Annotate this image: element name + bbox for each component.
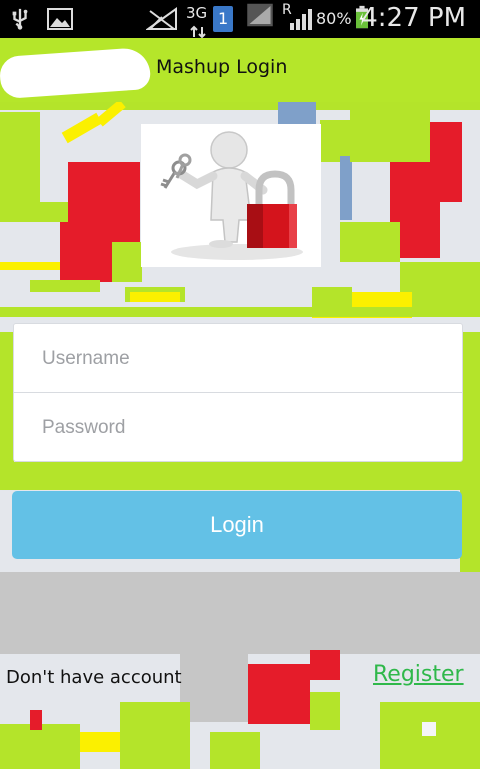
page-title: Mashup Login: [156, 56, 288, 78]
no-signal-icon: [146, 7, 177, 30]
app-header: Mashup Login: [0, 38, 480, 102]
login-button[interactable]: Login: [12, 491, 462, 559]
header-logo-blot: [0, 46, 152, 100]
usb-icon: [12, 8, 28, 30]
person-with-keys-and-padlock-icon: [160, 131, 303, 260]
signal-icon: [247, 3, 273, 27]
roaming-signal-icon: [290, 9, 312, 30]
username-field-row: [14, 324, 462, 392]
gallery-icon: [47, 8, 73, 30]
status-bar: 3G 1 R 80% 4:27 PM: [0, 0, 480, 39]
login-form: [13, 323, 463, 462]
clock: 4:27 PM: [361, 3, 466, 33]
username-input[interactable]: [40, 338, 444, 380]
sim-slot-label: 1: [218, 9, 229, 28]
no-account-text: Don't have account: [6, 667, 182, 688]
login-logo: [141, 124, 321, 267]
register-link[interactable]: Register: [373, 662, 464, 687]
password-input[interactable]: [40, 407, 444, 449]
battery-percent: 80%: [316, 9, 352, 28]
sim-icon: 1: [213, 6, 233, 32]
password-field-row: [14, 393, 462, 461]
